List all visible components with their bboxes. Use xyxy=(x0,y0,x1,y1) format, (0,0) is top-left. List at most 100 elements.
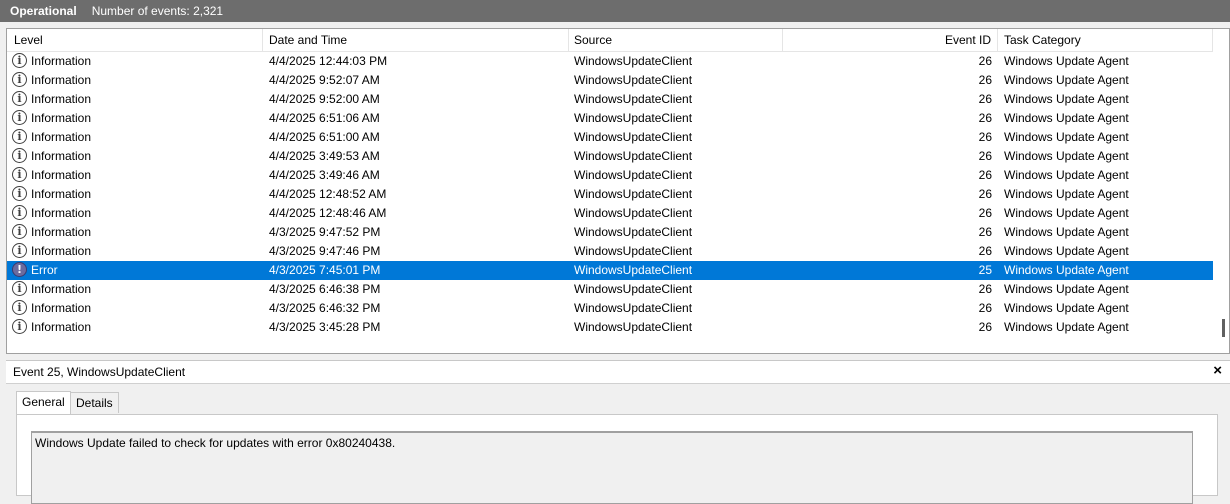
table-row[interactable]: i Information 4/4/2025 12:48:52 AM WindowsU… xyxy=(7,185,1213,204)
event-id-cell: 26 xyxy=(978,149,992,163)
task-category-cell: Windows Update Agent xyxy=(1004,206,1129,220)
table-row[interactable]: i Information 4/4/2025 9:52:07 AM WindowsUp… xyxy=(7,71,1213,90)
events-list[interactable]: Level Date and Time Source Event ID Task… xyxy=(6,28,1230,354)
column-header-source[interactable]: Source xyxy=(569,29,783,51)
source-cell: WindowsUpdateClient xyxy=(574,73,693,87)
date-time-cell: 4/4/2025 12:48:46 AM xyxy=(269,206,387,220)
date-time-cell: 4/3/2025 3:45:28 PM xyxy=(269,320,381,334)
level-cell: Information xyxy=(31,130,92,144)
task-category-cell: Windows Update Agent xyxy=(1004,111,1129,125)
source-cell: WindowsUpdateClient xyxy=(574,111,693,125)
event-id-cell: 26 xyxy=(978,187,992,201)
level-cell: Information xyxy=(31,320,92,334)
table-row[interactable]: i Information 4/4/2025 3:49:46 AM WindowsUp… xyxy=(7,166,1213,185)
source-cell: WindowsUpdateClient xyxy=(574,206,693,220)
information-icon: i xyxy=(12,281,27,296)
column-header-task-category[interactable]: Task Category xyxy=(998,29,1213,51)
level-cell: Information xyxy=(31,168,92,182)
source-cell: WindowsUpdateClient xyxy=(574,320,693,334)
event-id-cell: 26 xyxy=(978,73,992,87)
date-time-cell: 4/3/2025 9:47:52 PM xyxy=(269,225,381,239)
event-rows: i Information 4/4/2025 12:44:03 PM WindowsU… xyxy=(7,52,1213,337)
information-icon: i xyxy=(12,167,27,182)
task-category-cell: Windows Update Agent xyxy=(1004,244,1129,258)
event-id-cell: 26 xyxy=(978,92,992,106)
date-time-cell: 4/4/2025 6:51:00 AM xyxy=(269,130,380,144)
information-icon: i xyxy=(12,53,27,68)
task-category-cell: Windows Update Agent xyxy=(1004,225,1129,239)
event-id-cell: 26 xyxy=(978,225,992,239)
vertical-scrollbar[interactable] xyxy=(1213,29,1229,353)
tab-details[interactable]: Details xyxy=(70,392,119,413)
task-category-cell: Windows Update Agent xyxy=(1004,320,1129,334)
source-cell: WindowsUpdateClient xyxy=(574,168,693,182)
event-id-cell: 26 xyxy=(978,54,992,68)
column-header-event-id[interactable]: Event ID xyxy=(783,29,998,51)
level-cell: Information xyxy=(31,301,92,315)
level-cell: Information xyxy=(31,149,92,163)
table-row[interactable]: i Information 4/4/2025 6:51:06 AM WindowsUp… xyxy=(7,109,1213,128)
table-row[interactable]: i Information 4/4/2025 9:52:00 AM WindowsUp… xyxy=(7,90,1213,109)
information-icon: i xyxy=(12,186,27,201)
table-row[interactable]: i Information 4/3/2025 6:46:32 PM WindowsUp… xyxy=(7,299,1213,318)
task-category-cell: Windows Update Agent xyxy=(1004,73,1129,87)
table-row[interactable]: i Information 4/3/2025 3:45:28 PM WindowsUp… xyxy=(7,318,1213,337)
table-row[interactable]: i Information 4/4/2025 6:51:00 AM WindowsUp… xyxy=(7,128,1213,147)
source-cell: WindowsUpdateClient xyxy=(574,301,693,315)
date-time-cell: 4/4/2025 9:52:07 AM xyxy=(269,73,380,87)
column-header-row: Level Date and Time Source Event ID Task… xyxy=(7,29,1213,52)
event-count: Number of events: 2,321 xyxy=(91,4,224,18)
level-cell: Error xyxy=(31,263,58,277)
event-id-cell: 26 xyxy=(978,130,992,144)
log-title-bar: Operational Number of events: 2,321 xyxy=(0,0,1230,22)
date-time-cell: 4/4/2025 12:48:52 AM xyxy=(269,187,387,201)
information-icon: i xyxy=(12,243,27,258)
event-message: Windows Update failed to check for updat… xyxy=(35,436,396,450)
level-cell: Information xyxy=(31,244,92,258)
level-cell: Information xyxy=(31,92,92,106)
event-message-box[interactable]: Windows Update failed to check for updat… xyxy=(31,431,1193,504)
source-cell: WindowsUpdateClient xyxy=(574,187,693,201)
table-row[interactable]: i Information 4/4/2025 12:48:46 AM WindowsU… xyxy=(7,204,1213,223)
date-time-cell: 4/3/2025 6:46:38 PM xyxy=(269,282,381,296)
event-id-cell: 25 xyxy=(978,263,992,277)
level-cell: Information xyxy=(31,282,92,296)
table-row[interactable]: i Information 4/3/2025 9:47:46 PM WindowsUp… xyxy=(7,242,1213,261)
table-row[interactable]: i Information 4/4/2025 3:49:53 AM WindowsUp… xyxy=(7,147,1213,166)
date-time-cell: 4/3/2025 9:47:46 PM xyxy=(269,244,381,258)
source-cell: WindowsUpdateClient xyxy=(574,244,693,258)
level-cell: Information xyxy=(31,73,92,87)
scrollbar-thumb[interactable] xyxy=(1222,319,1225,337)
event-id-cell: 26 xyxy=(978,301,992,315)
table-row[interactable]: i Information 4/3/2025 9:47:52 PM WindowsUp… xyxy=(7,223,1213,242)
error-icon: ! xyxy=(12,262,27,277)
task-category-cell: Windows Update Agent xyxy=(1004,149,1129,163)
level-cell: Information xyxy=(31,111,92,125)
task-category-cell: Windows Update Agent xyxy=(1004,168,1129,182)
event-id-cell: 26 xyxy=(978,282,992,296)
task-category-cell: Windows Update Agent xyxy=(1004,92,1129,106)
column-header-date-time[interactable]: Date and Time xyxy=(263,29,569,51)
event-id-cell: 26 xyxy=(978,111,992,125)
table-row[interactable]: i Information 4/4/2025 12:44:03 PM WindowsU… xyxy=(7,52,1213,71)
event-id-cell: 26 xyxy=(978,244,992,258)
task-category-cell: Windows Update Agent xyxy=(1004,301,1129,315)
task-category-cell: Windows Update Agent xyxy=(1004,54,1129,68)
column-header-level[interactable]: Level xyxy=(7,29,263,51)
table-row[interactable]: i Information 4/3/2025 6:46:38 PM WindowsUp… xyxy=(7,280,1213,299)
information-icon: i xyxy=(12,129,27,144)
details-header: Event 25, WindowsUpdateClient × xyxy=(6,361,1230,384)
level-cell: Information xyxy=(31,206,92,220)
information-icon: i xyxy=(12,224,27,239)
task-category-cell: Windows Update Agent xyxy=(1004,263,1129,277)
source-cell: WindowsUpdateClient xyxy=(574,130,693,144)
source-cell: WindowsUpdateClient xyxy=(574,282,693,296)
level-cell: Information xyxy=(31,225,92,239)
information-icon: i xyxy=(12,205,27,220)
information-icon: i xyxy=(12,319,27,334)
table-row[interactable]: ! Error 4/3/2025 7:45:01 PM WindowsUpdateCl… xyxy=(7,261,1213,280)
source-cell: WindowsUpdateClient xyxy=(574,92,693,106)
tab-general[interactable]: General xyxy=(16,391,71,414)
close-icon[interactable]: × xyxy=(1213,362,1222,379)
date-time-cell: 4/3/2025 6:46:32 PM xyxy=(269,301,381,315)
